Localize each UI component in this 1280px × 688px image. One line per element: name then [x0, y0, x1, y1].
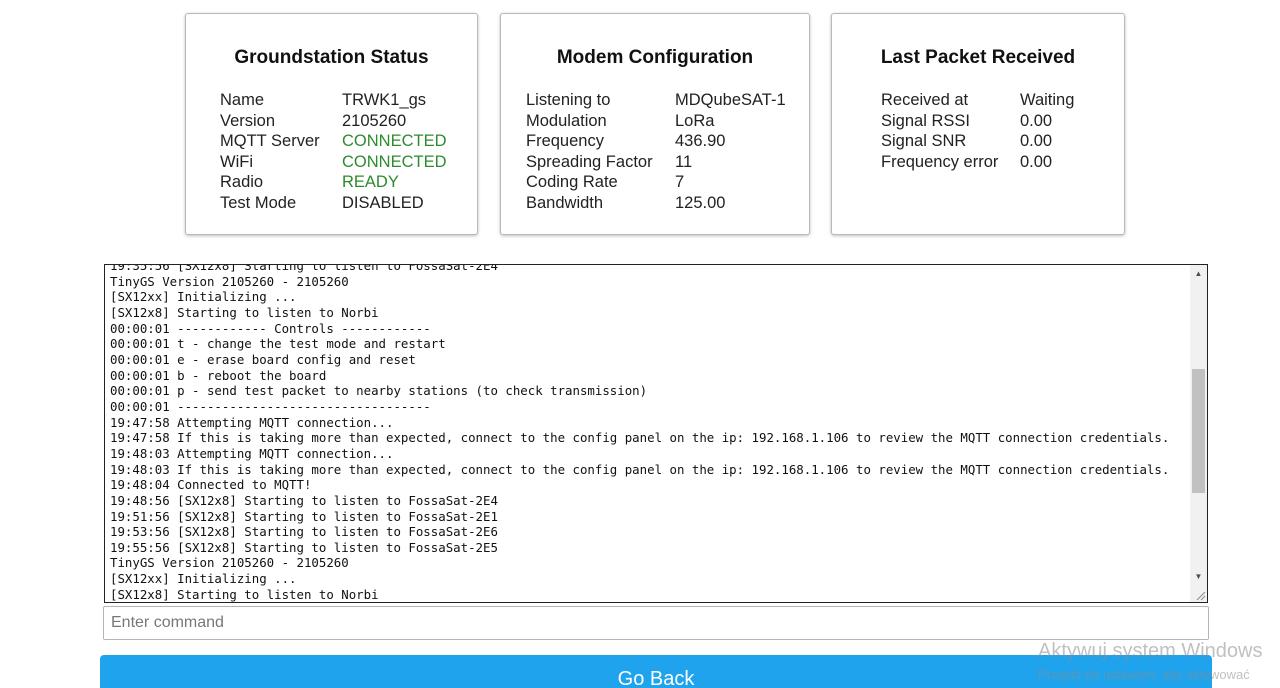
console-line: TinyGS Version 2105260 - 2105260 [110, 555, 349, 571]
status-row-mqtt: MQTT Server CONNECTED [220, 131, 447, 152]
modem-row-frequency: Frequency 436.90 [526, 131, 786, 152]
console-line: 19:47:58 If this is taking more than exp… [110, 430, 1170, 446]
packet-value-snr: 0.00 [1020, 132, 1053, 151]
modem-row-spreading-factor: Spreading Factor 11 [526, 152, 786, 173]
status-row-name: Name TRWK1_gs [220, 90, 447, 111]
last-packet-card: Last Packet Received Received at Waiting… [831, 13, 1125, 235]
packet-row-received-at: Received at Waiting [881, 90, 1074, 111]
status-value-radio: READY [342, 173, 399, 192]
modem-key-listening: Listening to [526, 91, 611, 109]
groundstation-status-title: Groundstation Status [234, 47, 429, 68]
packet-value-received-at: Waiting [1020, 91, 1075, 109]
groundstation-status-card: Groundstation Status Name TRWK1_gs Versi… [185, 13, 478, 235]
console-line: 19:48:56 [SX12x8] Starting to listen to … [110, 492, 498, 508]
windows-activation-watermark-title: Aktywuj system Windows [1038, 640, 1263, 662]
status-row-radio: Radio READY [220, 172, 447, 193]
windows-activation-watermark-subtitle: Przejdź do ustawień, aby aktywować [1038, 667, 1250, 682]
console-log[interactable]: 19:35:56 [SX12x8] Starting to listen to … [104, 264, 1208, 603]
modem-value-bandwidth: 125.00 [675, 193, 726, 212]
last-packet-title: Last Packet Received [880, 47, 1076, 68]
modem-row-modulation: Modulation LoRa [526, 111, 786, 132]
status-key-test-mode: Test Mode [220, 193, 297, 212]
resize-grip-icon[interactable] [1194, 589, 1206, 601]
modem-configuration-card: Modem Configuration Listening to MDQubeS… [500, 13, 810, 235]
status-key-name: Name [220, 91, 265, 109]
modem-value-frequency: 436.90 [675, 132, 726, 151]
status-value-name: TRWK1_gs [342, 91, 427, 109]
console-line: 00:00:01 t - change the test mode and re… [110, 336, 446, 352]
packet-value-rssi: 0.00 [1020, 111, 1053, 130]
console-line: 19:48:04 Connected to MQTT! [110, 477, 312, 493]
console-line: 19:48:03 If this is taking more than exp… [110, 461, 1170, 477]
modem-row-listening: Listening to MDQubeSAT-1 [526, 90, 786, 111]
status-key-wifi: WiFi [220, 152, 253, 171]
groundstation-status-table: Name TRWK1_gs Version 2105260 MQTT Serve… [220, 90, 447, 214]
console-line: 19:47:58 Attempting MQTT connection... [110, 414, 394, 430]
console-line: 19:35:56 [SX12x8] Starting to listen to … [110, 264, 498, 273]
console-line: 19:51:56 [SX12x8] Starting to listen to … [110, 508, 498, 524]
scrollbar-thumb[interactable] [1192, 369, 1205, 493]
console-line: 00:00:01 b - reboot the board [110, 367, 327, 383]
packet-key-snr: Signal SNR [881, 132, 967, 151]
console-log-text: 19:35:56 [SX12x8] Starting to listen to … [110, 264, 1189, 602]
packet-row-frequency-error: Frequency error 0.00 [881, 152, 1074, 173]
console-line: [SX12x8] Starting to listen to Norbi [110, 586, 379, 602]
status-key-version: Version [220, 111, 276, 130]
modem-key-coding-rate: Coding Rate [526, 173, 618, 192]
modem-key-spreading-factor: Spreading Factor [526, 152, 653, 171]
status-row-test-mode: Test Mode DISABLED [220, 193, 447, 214]
modem-row-bandwidth: Bandwidth 125.00 [526, 193, 786, 214]
status-value-mqtt: CONNECTED [342, 132, 447, 151]
console-line: TinyGS Version 2105260 - 2105260 [110, 273, 349, 289]
status-key-radio: Radio [220, 173, 264, 192]
modem-value-spreading-factor: 11 [675, 152, 693, 171]
packet-row-rssi: Signal RSSI 0.00 [881, 111, 1074, 132]
modem-key-bandwidth: Bandwidth [526, 193, 604, 212]
console-line: 00:00:01 p - send test packet to nearby … [110, 383, 648, 399]
last-packet-table: Received at Waiting Signal RSSI 0.00 Sig… [881, 90, 1074, 172]
modem-row-coding-rate: Coding Rate 7 [526, 172, 786, 193]
packet-key-rssi: Signal RSSI [881, 111, 970, 130]
console-line: 00:00:01 -------------------------------… [110, 398, 431, 414]
modem-configuration-title: Modem Configuration [556, 47, 754, 68]
packet-row-snr: Signal SNR 0.00 [881, 131, 1074, 152]
modem-value-modulation: LoRa [675, 111, 715, 130]
console-line: 19:53:56 [SX12x8] Starting to listen to … [110, 524, 498, 540]
status-key-mqtt: MQTT Server [220, 132, 320, 151]
status-row-wifi: WiFi CONNECTED [220, 152, 447, 173]
console-line: 19:55:56 [SX12x8] Starting to listen to … [110, 539, 498, 555]
status-value-wifi: CONNECTED [342, 152, 447, 171]
console-scrollbar[interactable]: ▲ ▼ [1190, 265, 1207, 602]
modem-value-coding-rate: 7 [675, 173, 685, 192]
console-line: [SX12x8] Starting to listen to Norbi [110, 304, 379, 320]
console-line: [SX12xx] Initializing ... [110, 571, 297, 587]
modem-key-modulation: Modulation [526, 111, 607, 130]
scroll-down-arrow-icon[interactable]: ▼ [1190, 568, 1207, 585]
packet-key-frequency-error: Frequency error [881, 152, 999, 171]
console-line: 00:00:01 ------------ Controls ---------… [110, 320, 431, 336]
status-row-version: Version 2105260 [220, 111, 447, 132]
status-value-version: 2105260 [342, 111, 407, 130]
modem-key-frequency: Frequency [526, 132, 604, 151]
console-line: [SX12xx] Initializing ... [110, 289, 297, 305]
packet-key-received-at: Received at [881, 91, 969, 109]
packet-value-frequency-error: 0.00 [1020, 152, 1053, 171]
status-value-test-mode: DISABLED [342, 193, 424, 212]
console-line: 00:00:01 e - erase board config and rese… [110, 351, 416, 367]
console-line: 19:48:03 Attempting MQTT connection... [110, 445, 394, 461]
modem-value-listening: MDQubeSAT-1 [675, 91, 786, 109]
modem-configuration-table: Listening to MDQubeSAT-1 Modulation LoRa… [526, 90, 786, 214]
command-input[interactable] [103, 606, 1209, 640]
scroll-up-arrow-icon[interactable]: ▲ [1190, 265, 1207, 282]
